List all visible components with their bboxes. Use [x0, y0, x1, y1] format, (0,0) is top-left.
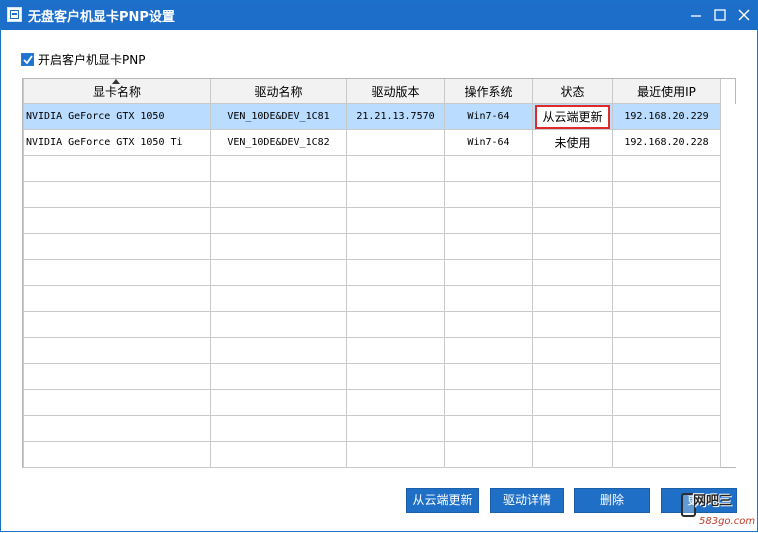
- update-button[interactable]: 更新: [661, 488, 737, 513]
- cell-status[interactable]: 从云端更新: [532, 103, 613, 130]
- close-button[interactable]: [733, 4, 755, 26]
- cell-last-ip: 192.168.20.228: [612, 129, 721, 156]
- cell-gpu-name: NVIDIA GeForce GTX 1050: [23, 103, 211, 130]
- empty-row: [23, 155, 721, 182]
- minimize-button[interactable]: [685, 4, 707, 26]
- enable-pnp-label: 开启客户机显卡PNP: [38, 53, 146, 67]
- checkmark-icon: [23, 55, 33, 65]
- empty-row: [23, 337, 721, 364]
- cell-last-ip: 192.168.20.229: [612, 103, 721, 130]
- title-bar[interactable]: 无盘客户机显卡PNP设置: [1, 1, 757, 30]
- cell-driver-version: [346, 129, 445, 156]
- delete-button[interactable]: 删除: [574, 488, 650, 513]
- minimize-icon: [691, 15, 701, 17]
- col-driver-name[interactable]: 驱动名称: [210, 79, 347, 104]
- empty-row: [23, 285, 721, 312]
- close-icon: [738, 9, 750, 21]
- cell-status: 未使用: [532, 129, 613, 156]
- cell-os: Win7-64: [444, 103, 533, 130]
- empty-row: [23, 415, 721, 442]
- table-header: 显卡名称 驱动名称 驱动版本 操作系统 状态 最近使用IP: [23, 79, 721, 104]
- table-row[interactable]: NVIDIA GeForce GTX 1050 VEN_10DE&DEV_1C8…: [23, 103, 721, 130]
- empty-row: [23, 181, 721, 208]
- cell-driver-name: VEN_10DE&DEV_1C82: [210, 129, 347, 156]
- enable-pnp-checkbox[interactable]: [21, 53, 34, 66]
- empty-row: [23, 311, 721, 338]
- col-os[interactable]: 操作系统: [444, 79, 533, 104]
- watermark-url: 583go.com: [699, 516, 756, 527]
- empty-row: [23, 363, 721, 390]
- gpu-table[interactable]: 显卡名称 驱动名称 驱动版本 操作系统 状态 最近使用IP NVIDIA GeF…: [22, 78, 736, 468]
- status-badge: 从云端更新: [535, 104, 610, 129]
- app-icon: [7, 7, 22, 22]
- cell-driver-version: 21.21.13.7570: [346, 103, 445, 130]
- empty-row: [23, 259, 721, 286]
- table-scroll-gutter: [720, 104, 736, 467]
- maximize-icon: [714, 9, 726, 21]
- cell-gpu-name: NVIDIA GeForce GTX 1050 Ti: [23, 129, 211, 156]
- empty-row: [23, 233, 721, 260]
- empty-row: [23, 441, 721, 468]
- cell-os: Win7-64: [444, 129, 533, 156]
- empty-row: [23, 207, 721, 234]
- col-driver-version[interactable]: 驱动版本: [346, 79, 445, 104]
- sort-ascending-icon: [112, 79, 120, 84]
- maximize-button[interactable]: [709, 4, 731, 26]
- empty-row: [23, 389, 721, 416]
- col-gpu-name[interactable]: 显卡名称: [23, 79, 211, 104]
- window-title: 无盘客户机显卡PNP设置: [28, 10, 175, 25]
- table-row[interactable]: NVIDIA GeForce GTX 1050 Ti VEN_10DE&DEV_…: [23, 129, 721, 156]
- cell-driver-name: VEN_10DE&DEV_1C81: [210, 103, 347, 130]
- col-last-ip[interactable]: 最近使用IP: [612, 79, 721, 104]
- pnp-settings-window: 无盘客户机显卡PNP设置 开启客户机显卡PNP 显卡名称 驱动名称 驱动版本 操…: [0, 0, 758, 532]
- col-status[interactable]: 状态: [532, 79, 613, 104]
- driver-details-button[interactable]: 驱动详情: [490, 488, 564, 513]
- update-from-cloud-button[interactable]: 从云端更新: [406, 488, 479, 513]
